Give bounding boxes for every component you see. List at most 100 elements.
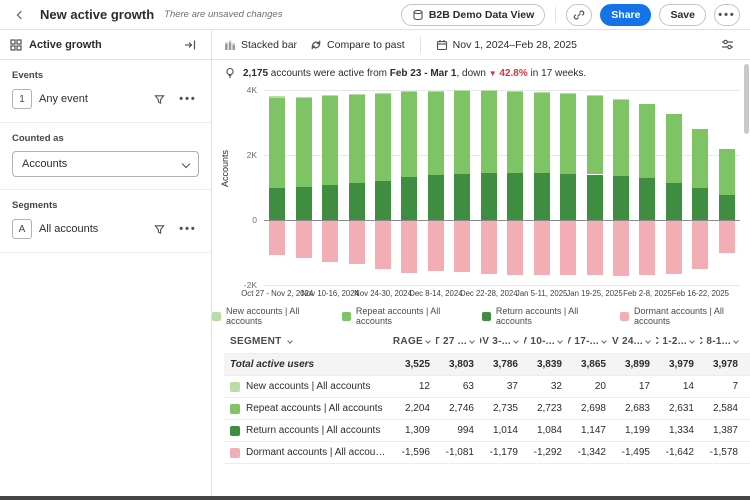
segment-more-button[interactable]: ••• xyxy=(177,218,199,240)
bar-segment-1[interactable] xyxy=(639,104,655,179)
back-button[interactable] xyxy=(10,4,32,26)
bar-segment-1[interactable] xyxy=(692,129,708,188)
legend-item[interactable]: Dormant accounts | All accounts xyxy=(620,306,750,326)
bar-segment-0[interactable] xyxy=(349,94,365,95)
stacked-bar-icon xyxy=(224,39,236,51)
event-item[interactable]: 1 Any event ••• xyxy=(0,86,211,122)
bar-segment-1[interactable] xyxy=(428,91,444,175)
event-more-button[interactable]: ••• xyxy=(177,88,199,110)
segment-cell[interactable]: Total active users xyxy=(224,359,392,370)
bar-segment-2[interactable] xyxy=(587,175,603,221)
view-settings-button[interactable] xyxy=(716,34,738,56)
bar-segment-3[interactable] xyxy=(349,221,365,264)
column-header[interactable]: NOV 24... xyxy=(612,336,656,347)
bar-segment-0[interactable] xyxy=(296,97,312,98)
bar-segment-3[interactable] xyxy=(428,221,444,271)
segment-cell[interactable]: Return accounts | All accounts xyxy=(224,425,392,436)
segment-cell[interactable]: New accounts | All accounts xyxy=(224,381,392,392)
bar-segment-2[interactable] xyxy=(560,174,576,220)
bar-segment-1[interactable] xyxy=(534,92,550,173)
bar-segment-3[interactable] xyxy=(560,221,576,275)
legend-item[interactable]: Repeat accounts | All accounts xyxy=(342,306,467,326)
bar-segment-1[interactable] xyxy=(454,91,470,174)
bar-segment-2[interactable] xyxy=(428,175,444,220)
bar-segment-3[interactable] xyxy=(454,221,470,272)
bar-segment-1[interactable] xyxy=(269,98,285,187)
date-range-picker[interactable]: Nov 1, 2024–Feb 28, 2025 xyxy=(436,39,577,51)
bar-segment-3[interactable] xyxy=(666,221,682,274)
compare-to-past-button[interactable]: Compare to past xyxy=(310,39,405,51)
segment-filter-button[interactable] xyxy=(148,218,170,240)
bar-segment-2[interactable] xyxy=(507,173,523,220)
save-button[interactable]: Save xyxy=(659,4,706,26)
column-header[interactable]: NOV 17-... xyxy=(568,336,612,347)
segment-cell[interactable]: Repeat accounts | All accounts xyxy=(224,403,392,414)
bar-segment-3[interactable] xyxy=(719,221,735,253)
bar-segment-2[interactable] xyxy=(692,188,708,220)
chart-type-selector[interactable]: Stacked bar xyxy=(224,39,297,51)
column-header[interactable]: NOV 10-... xyxy=(524,336,568,347)
bar-segment-3[interactable] xyxy=(507,221,523,275)
chart-legend: New accounts | All accounts Repeat accoun… xyxy=(212,306,750,326)
vertical-scrollbar-thumb[interactable] xyxy=(744,64,749,134)
column-header[interactable]: OCT 27 ... xyxy=(436,336,480,347)
bar-segment-1[interactable] xyxy=(666,114,682,183)
bar-segment-1[interactable] xyxy=(322,96,338,184)
column-header[interactable]: AVERAGE xyxy=(392,336,436,347)
segment-cell[interactable]: Dormant accounts | All accounts xyxy=(224,447,392,458)
bar-segment-2[interactable] xyxy=(481,173,497,220)
collapse-panel-button[interactable] xyxy=(179,34,201,56)
panel-title: Active growth xyxy=(29,39,172,51)
bar-segment-3[interactable] xyxy=(296,221,312,258)
bar-segment-2[interactable] xyxy=(613,176,629,220)
cell-value: 2,735 xyxy=(480,403,524,414)
bar-segment-0[interactable] xyxy=(322,95,338,96)
bar-segment-2[interactable] xyxy=(322,185,338,220)
bar-segment-3[interactable] xyxy=(269,221,285,255)
column-header[interactable]: DEC 8-1... xyxy=(700,336,744,347)
bar-segment-1[interactable] xyxy=(587,95,603,174)
bar-segment-0[interactable] xyxy=(269,96,285,98)
bar-segment-2[interactable] xyxy=(534,173,550,220)
bar-segment-1[interactable] xyxy=(613,99,629,176)
bar-segment-3[interactable] xyxy=(692,221,708,269)
share-button[interactable]: Share xyxy=(600,4,651,26)
bar-segment-1[interactable] xyxy=(296,98,312,187)
bar-segment-1[interactable] xyxy=(719,149,735,195)
legend-item[interactable]: New accounts | All accounts xyxy=(212,306,327,326)
bar-segment-2[interactable] xyxy=(401,177,417,220)
bar-segment-2[interactable] xyxy=(269,188,285,220)
bar-segment-2[interactable] xyxy=(454,174,470,220)
segment-item[interactable]: A All accounts ••• xyxy=(0,216,211,252)
column-header[interactable]: SEGMENT xyxy=(224,336,392,347)
bar-segment-2[interactable] xyxy=(349,183,365,220)
bar-segment-3[interactable] xyxy=(375,221,391,269)
bar-segment-3[interactable] xyxy=(587,221,603,275)
bar-segment-3[interactable] xyxy=(401,221,417,273)
bar-segment-1[interactable] xyxy=(375,94,391,181)
bar-segment-2[interactable] xyxy=(639,178,655,220)
bar-segment-2[interactable] xyxy=(666,183,682,220)
copy-link-button[interactable] xyxy=(566,4,592,26)
event-filter-button[interactable] xyxy=(148,88,170,110)
bar-segment-3[interactable] xyxy=(613,221,629,276)
more-actions-button[interactable]: ••• xyxy=(714,4,740,26)
bar-segment-2[interactable] xyxy=(375,181,391,220)
bar-segment-1[interactable] xyxy=(560,93,576,174)
bar-segment-2[interactable] xyxy=(719,195,735,220)
column-header[interactable]: DEC 1-2... xyxy=(656,336,700,347)
bar-segment-1[interactable] xyxy=(507,91,523,173)
bar-segment-3[interactable] xyxy=(481,221,497,274)
column-header[interactable]: NOV 3-... xyxy=(480,336,524,347)
bar-segment-3[interactable] xyxy=(639,221,655,275)
bar-segment-1[interactable] xyxy=(349,95,365,183)
bar-segment-1[interactable] xyxy=(401,91,417,177)
bar-segment-2[interactable] xyxy=(296,187,312,220)
data-view-button[interactable]: B2B Demo Data View xyxy=(401,4,545,26)
counted-as-select[interactable]: Accounts xyxy=(12,151,199,177)
bar-segment-1[interactable] xyxy=(481,91,497,174)
legend-item[interactable]: Return accounts | All accounts xyxy=(482,306,605,326)
bar-segment-3[interactable] xyxy=(534,221,550,275)
bar-segment-3[interactable] xyxy=(322,221,338,262)
bar-segment-0[interactable] xyxy=(375,93,391,94)
